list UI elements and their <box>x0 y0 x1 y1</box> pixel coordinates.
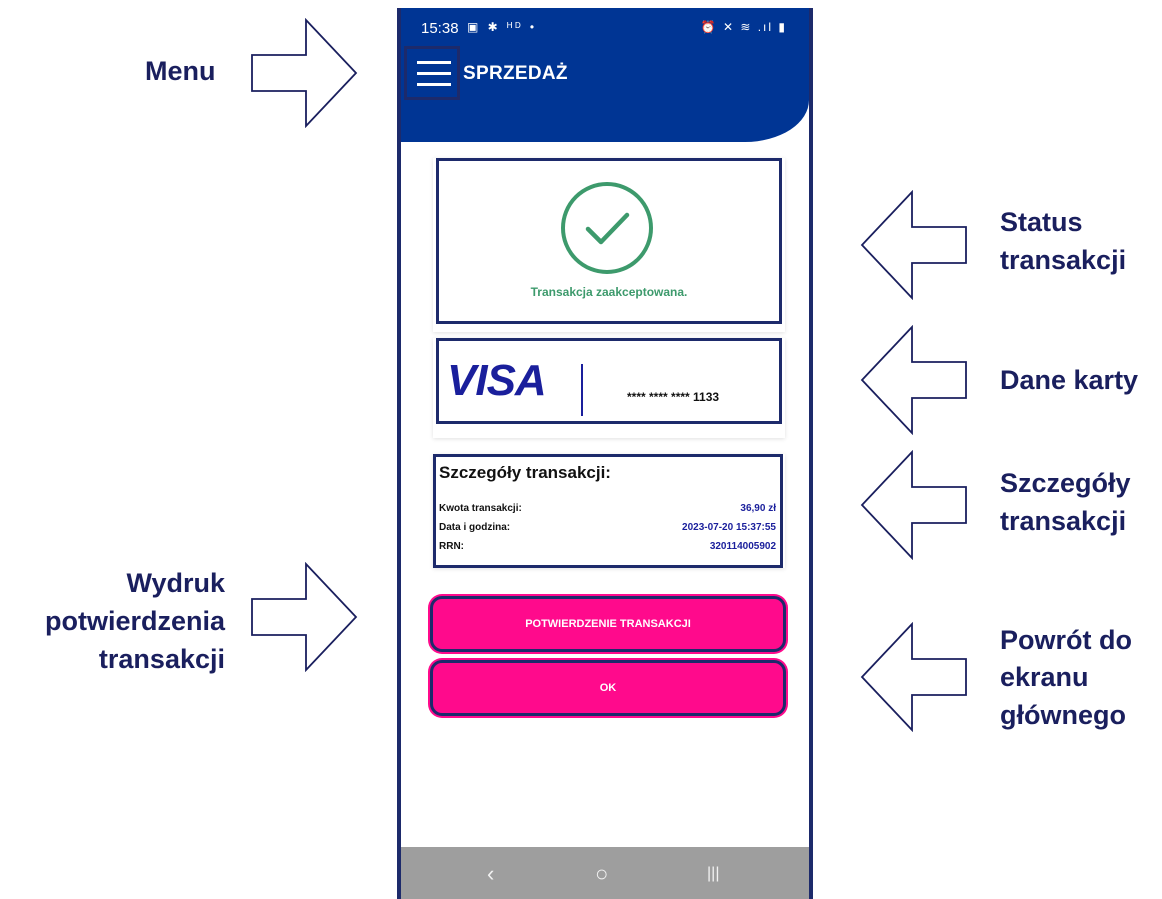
arrow-left-icon <box>860 325 967 435</box>
callout-print-line2: potwierdzenia <box>44 606 225 636</box>
callout-print-line1: Wydruk <box>126 568 225 598</box>
arrow-left-icon <box>860 622 967 732</box>
card-info-card: VISA **** **** **** 1133 <box>433 338 785 438</box>
details-title: Szczegóły transakcji: <box>439 463 611 482</box>
transaction-details-card: Szczegóły transakcji: Kwota transakcji: … <box>433 454 785 568</box>
callout-details-line2: transakcji <box>1000 506 1127 536</box>
confirm-transaction-button[interactable]: POTWIERDZENIE TRANSAKCJI <box>430 596 786 652</box>
detail-label: Kwota transakcji: <box>439 503 522 514</box>
arrow-right-icon <box>251 562 358 672</box>
status-time: 15:38 <box>421 20 459 37</box>
divider <box>581 364 583 416</box>
phone-screen: 15:38 ▣ ✱ ᴴᴰ • ⏰ ✕ ≋ .ıl ▮ SPRZEDAŻ Tran… <box>397 8 813 899</box>
detail-value: 320114005902 <box>709 541 776 552</box>
callout-menu: Menu <box>145 56 216 86</box>
app-header: 15:38 ▣ ✱ ᴴᴰ • ⏰ ✕ ≋ .ıl ▮ SPRZEDAŻ <box>401 8 809 142</box>
detail-label: RRN: <box>439 541 464 552</box>
ok-button[interactable]: OK <box>430 660 786 716</box>
check-circle-icon <box>561 182 653 274</box>
menu-button[interactable] <box>404 46 460 100</box>
status-message: Transakcja zaakceptowana. <box>530 285 688 299</box>
page-title: SPRZEDAŻ <box>463 63 568 84</box>
callout-back-line3: głównego <box>1000 700 1126 730</box>
arrow-left-icon <box>860 450 967 560</box>
home-icon[interactable]: ○ <box>595 861 608 887</box>
callout-status-line2: transakcji <box>1000 245 1127 275</box>
detail-label: Data i godzina: <box>439 522 511 533</box>
arrow-left-icon <box>860 190 967 300</box>
callout-print-line3: transakcji <box>98 644 225 674</box>
recents-icon[interactable]: ||| <box>707 865 719 883</box>
detail-value: 2023-07-20 15:37:55 <box>682 522 776 533</box>
back-icon[interactable]: ‹ <box>487 861 494 887</box>
card-number: **** **** **** 1133 <box>627 390 720 404</box>
detail-value: 36,90 zł <box>740 503 776 514</box>
transaction-status-card: Transakcja zaakceptowana. <box>433 158 785 332</box>
callout-back-line1: Powrót do <box>1000 625 1132 655</box>
system-icons: ⏰ ✕ ≋ .ıl ▮ <box>700 20 787 34</box>
callout-details-line1: Szczegóły <box>1000 468 1131 498</box>
visa-logo: VISA <box>447 356 547 405</box>
notification-icons: ▣ ✱ ᴴᴰ • <box>467 20 538 34</box>
callout-status-line1: Status <box>1000 207 1083 237</box>
android-nav-bar: ‹ ○ ||| <box>401 847 809 899</box>
callout-card: Dane karty <box>1000 365 1139 395</box>
arrow-right-icon <box>251 18 358 128</box>
callout-back-line2: ekranu <box>1000 662 1089 692</box>
status-bar: 15:38 ▣ ✱ ᴴᴰ • ⏰ ✕ ≋ .ıl ▮ <box>401 8 809 44</box>
